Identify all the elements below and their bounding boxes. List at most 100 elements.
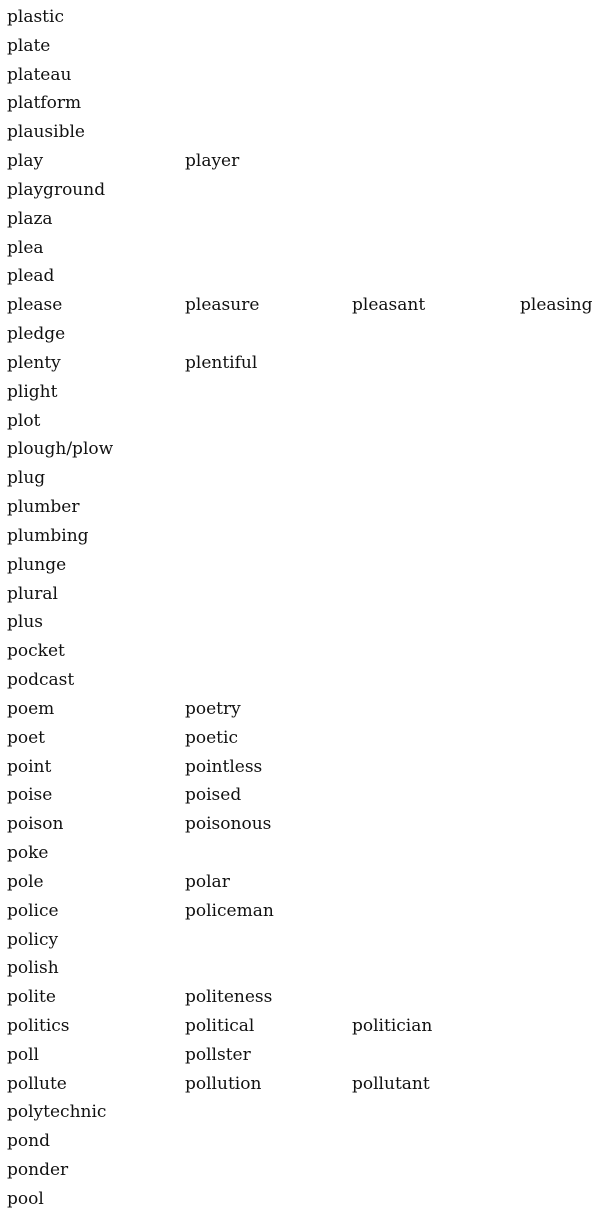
headword: plumber (7, 497, 80, 518)
word-row: plural (0, 584, 600, 613)
related-word: politician (352, 1015, 433, 1036)
headword: pool (7, 1188, 44, 1209)
headword: poke (7, 843, 49, 864)
related-word: pleasing (520, 295, 593, 316)
headword: point (7, 756, 52, 777)
word-row: poll pollster (0, 1045, 600, 1074)
word-row: ponder (0, 1160, 600, 1189)
word-row: plaza (0, 209, 600, 238)
word-row: poem poetry (0, 699, 600, 728)
word-row: plus (0, 612, 600, 641)
word-row: plot (0, 411, 600, 440)
word-row: point pointless (0, 757, 600, 786)
headword: polite (7, 987, 56, 1008)
headword: plausible (7, 122, 85, 143)
headword: plug (7, 468, 46, 489)
word-row: plea (0, 238, 600, 267)
headword: plead (7, 266, 55, 287)
headword: platform (7, 93, 82, 114)
headword: pledge (7, 324, 66, 345)
related-word: player (185, 151, 240, 172)
word-row: polytechnic (0, 1102, 600, 1131)
word-row: poet poetic (0, 728, 600, 757)
headword: polish (7, 958, 59, 979)
headword: play (7, 151, 44, 172)
word-row: pond (0, 1131, 600, 1160)
word-row: pole polar (0, 872, 600, 901)
headword: plastic (7, 7, 64, 27)
related-word: pointless (185, 756, 263, 777)
headword: ponder (7, 1160, 69, 1181)
word-row: plumbing (0, 526, 600, 555)
headword: politics (7, 1015, 70, 1036)
related-word: politeness (185, 987, 273, 1008)
word-row: platform (0, 93, 600, 122)
word-row: plastic (0, 7, 600, 36)
headword: plot (7, 410, 41, 431)
word-row: play player (0, 151, 600, 180)
headword: plunge (7, 554, 67, 575)
headword: playground (7, 179, 106, 200)
headword: plural (7, 583, 58, 604)
word-row: plight (0, 382, 600, 411)
headword: plumbing (7, 525, 89, 546)
related-word: pollutant (352, 1073, 430, 1094)
word-row: poison poisonous (0, 814, 600, 843)
related-word: policeman (185, 900, 274, 921)
word-row: pollute pollution pollutant (0, 1074, 600, 1103)
word-row: plateau (0, 65, 600, 94)
headword: polytechnic (7, 1102, 107, 1123)
headword: policy (7, 929, 59, 950)
related-word: pleasure (185, 295, 260, 316)
related-word: plentiful (185, 352, 258, 373)
headword: plight (7, 381, 58, 402)
headword: plough/plow (7, 439, 114, 460)
word-row: plate (0, 36, 600, 65)
word-row: plead (0, 266, 600, 295)
word-row: podcast (0, 670, 600, 699)
headword: pocket (7, 641, 65, 662)
word-row: plunge (0, 555, 600, 584)
headword: poet (7, 727, 46, 748)
headword: poise (7, 785, 53, 806)
headword: poison (7, 814, 64, 835)
word-row: plough/plow (0, 439, 600, 468)
related-word: pleasant (352, 295, 426, 316)
word-row: poke (0, 843, 600, 872)
word-row: playground (0, 180, 600, 209)
headword: pollute (7, 1073, 67, 1094)
headword: plenty (7, 352, 61, 373)
related-word: polar (185, 871, 230, 892)
related-word: pollster (185, 1044, 251, 1065)
word-row: polite politeness (0, 987, 600, 1016)
word-row: police policeman (0, 901, 600, 930)
headword: podcast (7, 670, 75, 691)
headword: pole (7, 871, 44, 892)
headword: police (7, 900, 59, 921)
word-row: plumber (0, 497, 600, 526)
related-word: political (185, 1015, 255, 1036)
headword: please (7, 295, 63, 316)
word-row: pocket (0, 641, 600, 670)
word-row: policy (0, 930, 600, 959)
headword: plateau (7, 64, 72, 85)
word-row: plausible (0, 122, 600, 151)
related-word: poetic (185, 727, 238, 748)
headword: poll (7, 1044, 39, 1065)
word-row: plenty plentiful (0, 353, 600, 382)
related-word: poisonous (185, 814, 272, 835)
word-row: pledge (0, 324, 600, 353)
related-word: poetry (185, 698, 241, 719)
related-word: poised (185, 785, 242, 806)
headword: poem (7, 698, 55, 719)
headword: plate (7, 35, 51, 56)
word-row: polish (0, 958, 600, 987)
headword: plea (7, 237, 44, 258)
word-row: plug (0, 468, 600, 497)
word-row: please pleasure pleasant pleasing (0, 295, 600, 324)
related-word: pollution (185, 1073, 262, 1094)
headword: plus (7, 612, 43, 633)
word-row: politics political politician (0, 1016, 600, 1045)
headword: pond (7, 1131, 50, 1152)
word-row: pool (0, 1189, 600, 1218)
